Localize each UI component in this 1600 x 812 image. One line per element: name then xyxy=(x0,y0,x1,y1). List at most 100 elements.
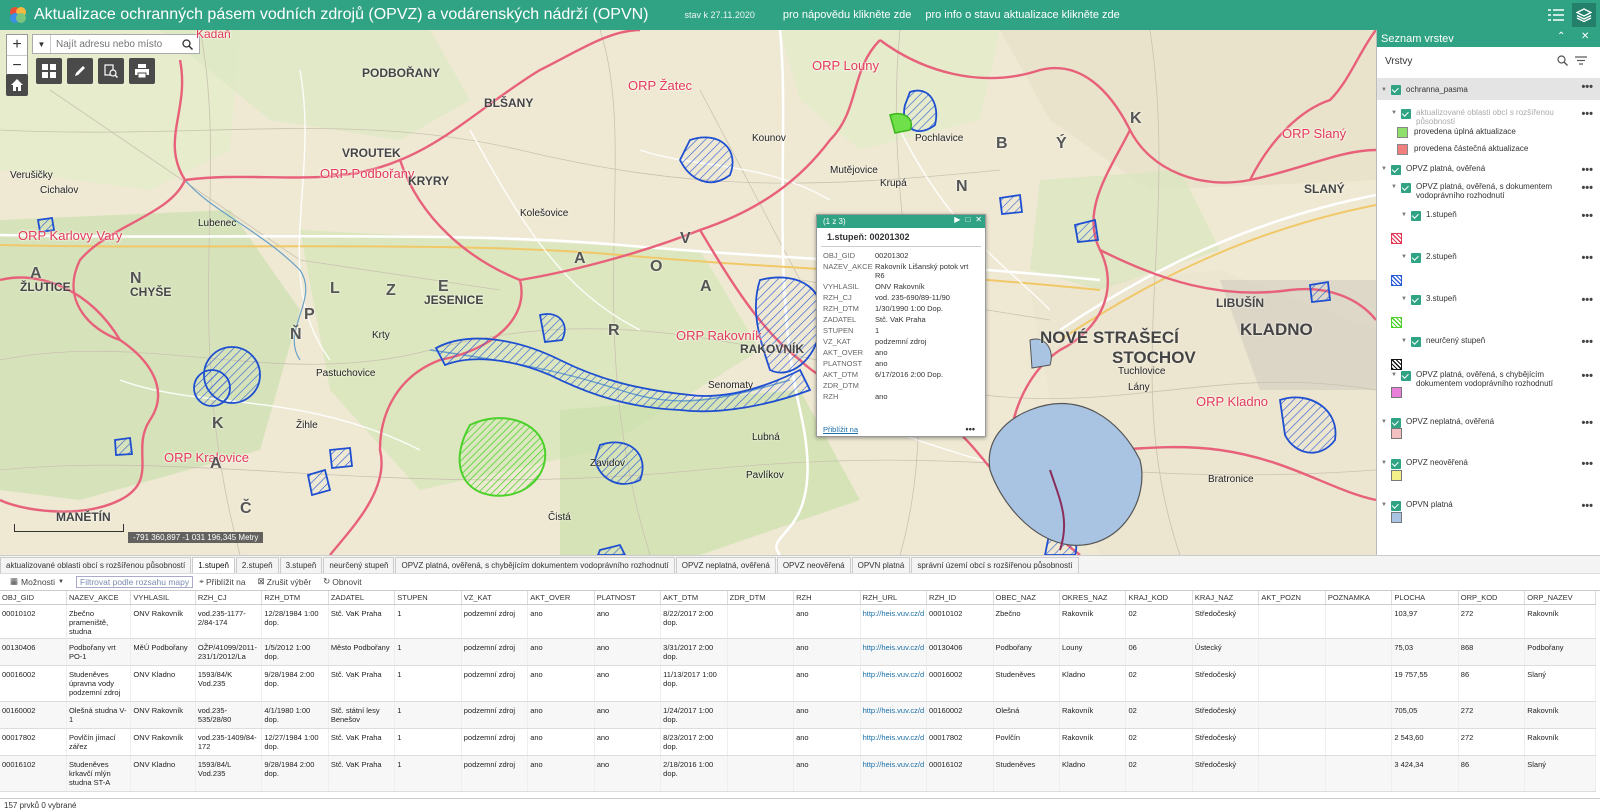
expand-triangle-icon[interactable]: ▼ xyxy=(1381,419,1391,425)
column-header[interactable]: ZDR_DTM xyxy=(727,591,795,605)
search-input[interactable] xyxy=(51,38,177,50)
table-cell[interactable]: http://heis.vuv.cz/d xyxy=(860,755,928,792)
help-link[interactable]: pro nápovědu klikněte zde xyxy=(783,9,911,21)
column-header[interactable]: RZH_DTM xyxy=(261,591,329,605)
filter-by-extent-toggle[interactable]: Filtrovat podle rozsahu mapy xyxy=(76,575,194,588)
layer-item[interactable]: ▼ OPVZ neplatná, ověřená ••• xyxy=(1377,417,1600,429)
close-panel-icon[interactable]: ✕ xyxy=(1581,31,1589,42)
table-cell[interactable]: http://heis.vuv.cz/d xyxy=(860,604,928,639)
layer-options-icon[interactable]: ••• xyxy=(1581,210,1593,222)
column-header[interactable]: OKRES_NAZ xyxy=(1059,591,1127,605)
column-header[interactable]: AKT_OVER xyxy=(527,591,595,605)
draw-pencil-icon[interactable] xyxy=(67,58,93,84)
basemap-gallery-icon[interactable] xyxy=(36,58,62,84)
layer-item[interactable]: provedena částečná aktualizace xyxy=(1377,144,1600,155)
table-tab[interactable]: OPVN platná xyxy=(851,557,911,573)
column-header[interactable]: RZH_CJ xyxy=(195,591,263,605)
zoom-out-button[interactable]: − xyxy=(7,55,27,75)
print-icon[interactable] xyxy=(129,58,155,84)
search-layers-icon[interactable] xyxy=(1557,55,1568,69)
layer-item[interactable]: ▼ OPVZ neověřená ••• xyxy=(1377,458,1600,470)
list-icon[interactable] xyxy=(1544,3,1568,27)
layer-checkbox[interactable] xyxy=(1411,295,1421,305)
layer-item[interactable]: ▼ 3.stupeň ••• xyxy=(1377,294,1600,306)
query-icon[interactable] xyxy=(98,58,124,84)
table-tab[interactable]: aktualizované oblasti obcí s rozšířenou … xyxy=(0,557,192,573)
maximize-icon[interactable]: □ xyxy=(965,215,970,224)
layer-options-icon[interactable]: ••• xyxy=(1581,294,1593,306)
layer-options-icon[interactable]: ••• xyxy=(1581,182,1593,194)
layer-item[interactable]: ▼ OPVN platná ••• xyxy=(1377,500,1600,512)
column-header[interactable]: PLATNOST xyxy=(594,591,662,605)
table-row[interactable]: 00160002 Olešná studna V-1 ONV Rakovník vod… xyxy=(0,701,1596,729)
layer-checkbox[interactable] xyxy=(1411,337,1421,347)
layer-options-icon[interactable]: ••• xyxy=(1581,164,1593,176)
layer-checkbox[interactable] xyxy=(1391,84,1401,95)
layer-item[interactable]: ▼ 1.stupeň ••• xyxy=(1377,210,1600,222)
zoom-in-button[interactable]: + xyxy=(7,35,27,55)
column-header[interactable]: NAZEV_AKCE xyxy=(66,591,132,605)
table-tab[interactable]: 1.stupeň xyxy=(192,557,235,573)
column-header[interactable]: RZH xyxy=(793,591,861,605)
table-tab[interactable]: OPVZ neověřená xyxy=(776,557,851,573)
expand-triangle-icon[interactable]: ▼ xyxy=(1401,254,1411,260)
layer-checkbox[interactable] xyxy=(1391,459,1401,469)
column-header[interactable]: RZH_ID xyxy=(926,591,994,605)
close-icon[interactable]: ✕ xyxy=(975,215,982,224)
table-row[interactable]: 00010102 Zbečno prameniště, studna ONV Rak… xyxy=(0,604,1596,639)
table-cell[interactable]: http://heis.vuv.cz/d xyxy=(860,638,928,666)
expand-triangle-icon[interactable]: ▼ xyxy=(1391,372,1401,378)
layer-item[interactable]: ▼ OPVZ platná, ověřená, s chybějícím doku… xyxy=(1377,370,1600,388)
layer-item[interactable]: ▼ OPVZ platná, ověřená ••• xyxy=(1377,164,1600,176)
info-link[interactable]: pro info o stavu aktualizace klikněte zd… xyxy=(925,9,1119,21)
map-view[interactable]: + − ▼ Kadaň ORP Louny ORP Žatec ORP Podbořa… xyxy=(0,30,1376,555)
table-row[interactable]: 00016002 Studeněves úpravna vody podzemní… xyxy=(0,665,1596,702)
column-header[interactable]: KRAJ_NAZ xyxy=(1192,591,1260,605)
column-header[interactable]: PLOCHA xyxy=(1391,591,1459,605)
layer-checkbox[interactable] xyxy=(1401,183,1411,193)
expand-triangle-icon[interactable]: ▼ xyxy=(1401,338,1411,344)
column-header[interactable]: VYHLASIL xyxy=(130,591,196,605)
next-feature-icon[interactable]: ▶ xyxy=(954,215,960,224)
collapse-icon[interactable]: ⌃ xyxy=(1557,31,1565,42)
layer-item[interactable]: ▼ aktualizované oblasti obcí s rozšířenou… xyxy=(1377,108,1600,126)
column-header[interactable]: OBJ_GID xyxy=(0,591,67,605)
layer-item[interactable]: ▼ OPVZ platná, ověřená, s dokumentem vodo… xyxy=(1377,182,1600,200)
column-header[interactable]: VZ_KAT xyxy=(461,591,529,605)
column-header[interactable]: ZADATEL xyxy=(328,591,396,605)
table-row[interactable]: 00017802 Povlčín jímací zářez ONV Rakovník… xyxy=(0,728,1596,756)
table-tab[interactable]: 3.stupeň xyxy=(279,557,323,573)
more-actions-button[interactable]: ••• xyxy=(966,424,975,434)
layer-options-icon[interactable]: ••• xyxy=(1581,336,1593,348)
layer-item[interactable]: ▼ 2.stupeň ••• xyxy=(1377,252,1600,264)
layer-item[interactable]: ▼ ochranna_pasma ••• xyxy=(1377,78,1600,100)
zoom-to-button[interactable]: ⌖ Přiblížit na xyxy=(199,576,245,587)
layer-checkbox[interactable] xyxy=(1411,211,1421,221)
search-icon[interactable] xyxy=(177,35,197,53)
expand-triangle-icon[interactable]: ▼ xyxy=(1391,184,1401,190)
layer-options-icon[interactable]: ••• xyxy=(1581,500,1593,512)
layer-options-icon[interactable]: ••• xyxy=(1581,458,1593,470)
filter-layers-icon[interactable] xyxy=(1575,55,1587,69)
expand-triangle-icon[interactable]: ▼ xyxy=(1381,166,1391,172)
column-header[interactable]: AKT_POZN xyxy=(1258,591,1326,605)
layer-item[interactable]: provedena úplná aktualizace xyxy=(1377,127,1600,138)
table-row[interactable]: 00130406 Podbořany vrt PO-1 MěÚ Podbořany O… xyxy=(0,638,1596,666)
expand-triangle-icon[interactable]: ▼ xyxy=(1381,87,1391,93)
table-tab[interactable]: OPVZ platná, ověřená, s chybějícím dokum… xyxy=(395,557,675,573)
column-header[interactable]: OBEC_NAZ xyxy=(993,591,1060,605)
layer-checkbox[interactable] xyxy=(1401,371,1411,381)
table-cell[interactable]: http://heis.vuv.cz/d xyxy=(860,728,928,756)
expand-triangle-icon[interactable]: ▼ xyxy=(1401,212,1411,218)
layer-options-icon[interactable]: ••• xyxy=(1581,108,1593,120)
column-header[interactable]: RZH_URL xyxy=(860,591,928,605)
layer-checkbox[interactable] xyxy=(1391,501,1401,511)
layer-checkbox[interactable] xyxy=(1411,253,1421,263)
layer-checkbox[interactable] xyxy=(1401,109,1411,119)
layers-icon[interactable] xyxy=(1572,3,1596,27)
zoom-to-link[interactable]: Přiblížit na xyxy=(823,425,858,434)
options-menu[interactable]: ▦ Možnosti ▼ xyxy=(10,576,64,587)
column-header[interactable]: AKT_DTM xyxy=(660,591,728,605)
table-row[interactable]: 00016102 Studeněves krkavčí mlýn studna S… xyxy=(0,755,1596,792)
clear-selection-button[interactable]: ⊠ Zrušit výběr xyxy=(258,576,312,587)
